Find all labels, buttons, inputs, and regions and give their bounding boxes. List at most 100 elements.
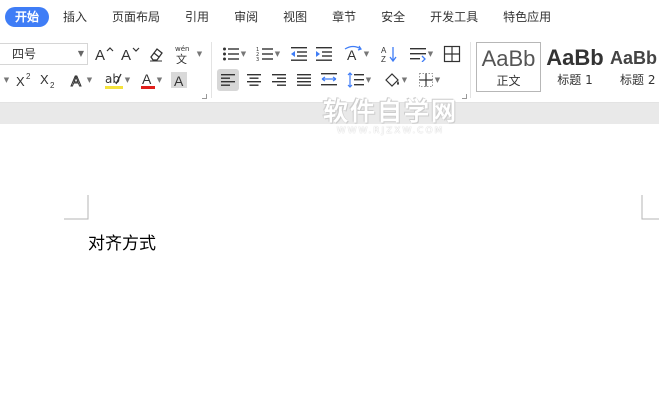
chevron-down-icon: ▼ <box>274 50 281 58</box>
table-icon <box>443 45 461 63</box>
paragraph-mark-icon <box>409 48 426 62</box>
chevron-down-icon: ▼ <box>77 49 84 58</box>
tab-view[interactable]: 视图 <box>272 7 318 27</box>
distribute-icon <box>321 73 337 86</box>
text-direction-button[interactable]: A ▼ <box>340 43 372 65</box>
numbered-list-icon: 1 2 3 <box>256 47 273 62</box>
chevron-down-icon: ▼ <box>427 50 434 58</box>
align-right-icon <box>272 74 286 86</box>
svg-text:A: A <box>95 47 105 63</box>
increase-indent-icon <box>316 47 332 61</box>
clear-format-button[interactable] <box>145 43 167 65</box>
chevron-down-icon: ▼ <box>124 76 131 84</box>
font-size-value: 四号 <box>12 47 37 61</box>
style-heading-1[interactable]: AaBb 标题 1 <box>542 42 608 92</box>
subscript-button[interactable]: X 2 <box>38 69 60 91</box>
align-left-icon <box>221 74 235 86</box>
svg-text:A: A <box>174 73 184 89</box>
bullet-list-button[interactable]: ▼ <box>219 43 249 65</box>
align-center-icon <box>247 74 261 86</box>
text-effect-icon: A <box>70 73 81 90</box>
line-spacing-button[interactable]: ▼ <box>344 69 374 91</box>
subscript-icon: X 2 <box>40 72 55 89</box>
svg-text:2: 2 <box>50 81 55 89</box>
tab-special-apps[interactable]: 特色应用 <box>492 7 562 27</box>
sort-az-icon: A Z <box>381 46 397 63</box>
text-effect-button[interactable]: A ▼ <box>66 69 96 91</box>
chevron-down-icon: ▼ <box>363 50 370 58</box>
numbered-list-button[interactable]: 1 2 3 ▼ <box>253 43 283 65</box>
style-normal[interactable]: AaBb 正文 <box>476 42 541 92</box>
highlighter-icon: ab <box>104 72 123 89</box>
paint-bucket-icon <box>384 73 399 87</box>
svg-text:ab: ab <box>105 72 120 86</box>
tab-references[interactable]: 引用 <box>174 7 220 27</box>
style-sample: AaBb <box>546 45 604 70</box>
document-body-text[interactable]: 对齐方式 <box>88 229 156 254</box>
tab-home[interactable]: 开始 <box>5 7 50 27</box>
chevron-down-icon: ▼ <box>240 50 247 58</box>
font-color-icon: A <box>140 71 155 89</box>
font-dialog-launcher[interactable] <box>202 94 207 99</box>
chevron-down-icon: ▼ <box>434 76 441 84</box>
phonetic-guide-icon: wén 文 <box>175 45 189 64</box>
table-border-button[interactable] <box>441 43 463 65</box>
svg-text:wén: wén <box>175 45 189 53</box>
shrink-font-button[interactable]: A <box>119 43 141 65</box>
svg-text:2: 2 <box>26 72 31 81</box>
superscript-button[interactable]: X 2 <box>14 69 36 91</box>
svg-text:文: 文 <box>176 52 187 64</box>
tab-developer[interactable]: 开发工具 <box>419 7 489 27</box>
chevron-down-icon: ▼ <box>86 76 93 84</box>
distribute-button[interactable] <box>318 69 340 91</box>
justify-button[interactable] <box>293 69 315 91</box>
align-center-button[interactable] <box>243 69 265 91</box>
align-right-button[interactable] <box>268 69 290 91</box>
grow-font-button[interactable]: A <box>93 43 115 65</box>
phonetic-guide-button[interactable]: wén 文 ▼ <box>172 43 204 65</box>
svg-text:3: 3 <box>256 57 259 62</box>
tab-security[interactable]: 安全 <box>370 7 416 27</box>
strikethrough-dropdown[interactable]: ▼ <box>0 69 12 91</box>
group-divider <box>211 42 212 98</box>
show-hide-marks-button[interactable]: ▼ <box>405 43 437 65</box>
tab-section[interactable]: 章节 <box>321 7 367 27</box>
highlight-button[interactable]: ab ▼ <box>101 69 133 91</box>
tab-page-layout[interactable]: 页面布局 <box>101 7 171 27</box>
watermark-url: WWW.RJZXW.COM <box>336 126 445 136</box>
svg-text:A: A <box>347 47 357 63</box>
svg-text:X: X <box>40 72 49 87</box>
chevron-down-icon: ▼ <box>3 76 10 84</box>
style-heading-2[interactable]: AaBb 标题 2 <box>608 42 659 92</box>
watermark: 软件自学网 WWW.RJZXW.COM <box>318 97 463 137</box>
style-sample: AaBb <box>610 48 658 68</box>
font-color-button[interactable]: A ▼ <box>137 69 165 91</box>
margin-corner-right <box>641 195 659 220</box>
decrease-indent-icon <box>291 47 307 61</box>
char-shading-button[interactable]: A <box>168 69 190 91</box>
text-direction-icon: A <box>344 45 362 63</box>
align-left-button[interactable] <box>217 69 239 91</box>
group-divider <box>470 42 471 98</box>
margin-corner-left <box>64 195 89 220</box>
tab-insert[interactable]: 插入 <box>52 7 98 27</box>
superscript-icon: X 2 <box>16 72 31 89</box>
font-size-select[interactable]: 四号 ▼ <box>0 43 88 65</box>
shrink-font-icon: A <box>121 47 140 63</box>
style-label: 标题 1 <box>557 73 593 87</box>
justify-icon <box>297 74 311 86</box>
sort-button[interactable]: A Z <box>378 43 400 65</box>
grow-font-icon: A <box>95 47 114 63</box>
watermark-title: 软件自学网 <box>322 97 458 126</box>
svg-text:A: A <box>142 71 152 87</box>
decrease-indent-button[interactable] <box>288 43 310 65</box>
borders-button[interactable]: ▼ <box>414 69 444 91</box>
line-spacing-icon <box>347 72 364 88</box>
svg-text:A: A <box>381 46 387 55</box>
svg-text:X: X <box>16 74 25 89</box>
chevron-down-icon: ▼ <box>196 50 203 58</box>
svg-text:Z: Z <box>381 55 386 63</box>
tab-review[interactable]: 审阅 <box>223 7 269 27</box>
increase-indent-button[interactable] <box>313 43 335 65</box>
shading-button[interactable]: ▼ <box>380 69 410 91</box>
